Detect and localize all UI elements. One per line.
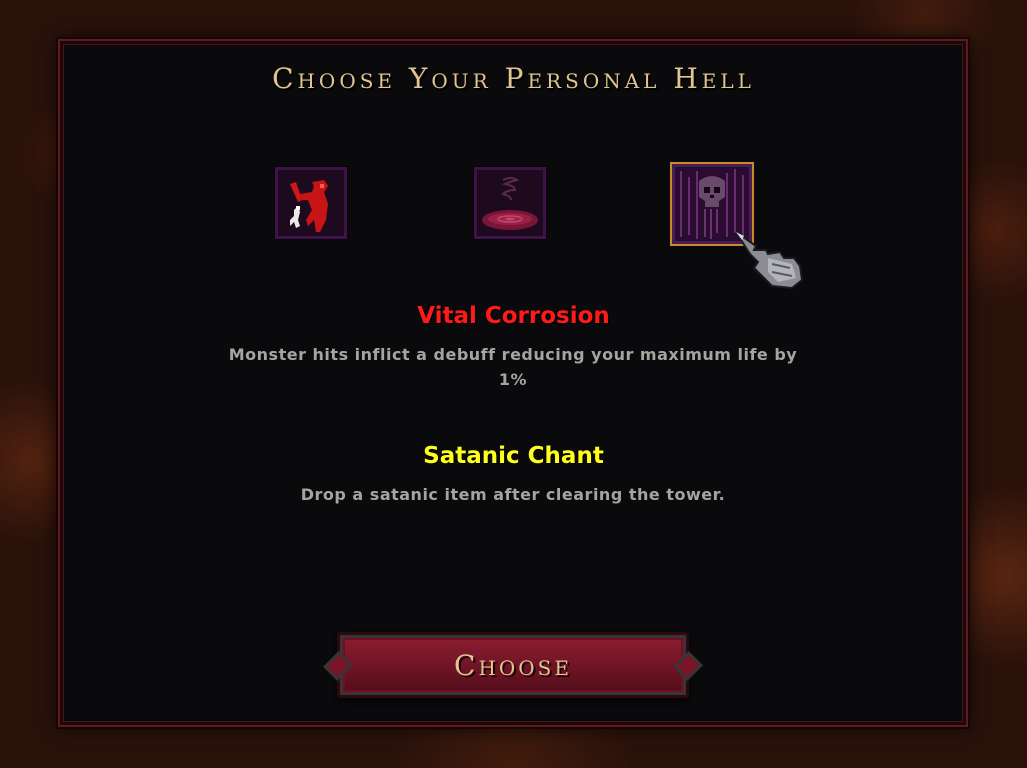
gauntlet-cursor-icon xyxy=(732,228,806,292)
choose-button[interactable]: Choose xyxy=(323,632,703,698)
blood-pool-icon xyxy=(477,170,543,236)
effect-description-satanic-chant: Drop a satanic item after clearing the t… xyxy=(300,485,726,504)
effect-description-vital-corrosion: Monster hits inflict a debuff reducing y… xyxy=(228,345,798,389)
hell-option-1[interactable] xyxy=(274,166,348,240)
choose-button-label: Choose xyxy=(454,649,572,682)
effect-name-vital-corrosion: Vital Corrosion xyxy=(417,303,610,329)
dialog-title: Choose Your Personal Hell xyxy=(272,62,755,95)
effect-name-satanic-chant: Satanic Chant xyxy=(423,443,604,469)
demon-slayer-icon xyxy=(278,170,344,236)
hell-option-2[interactable] xyxy=(473,166,547,240)
